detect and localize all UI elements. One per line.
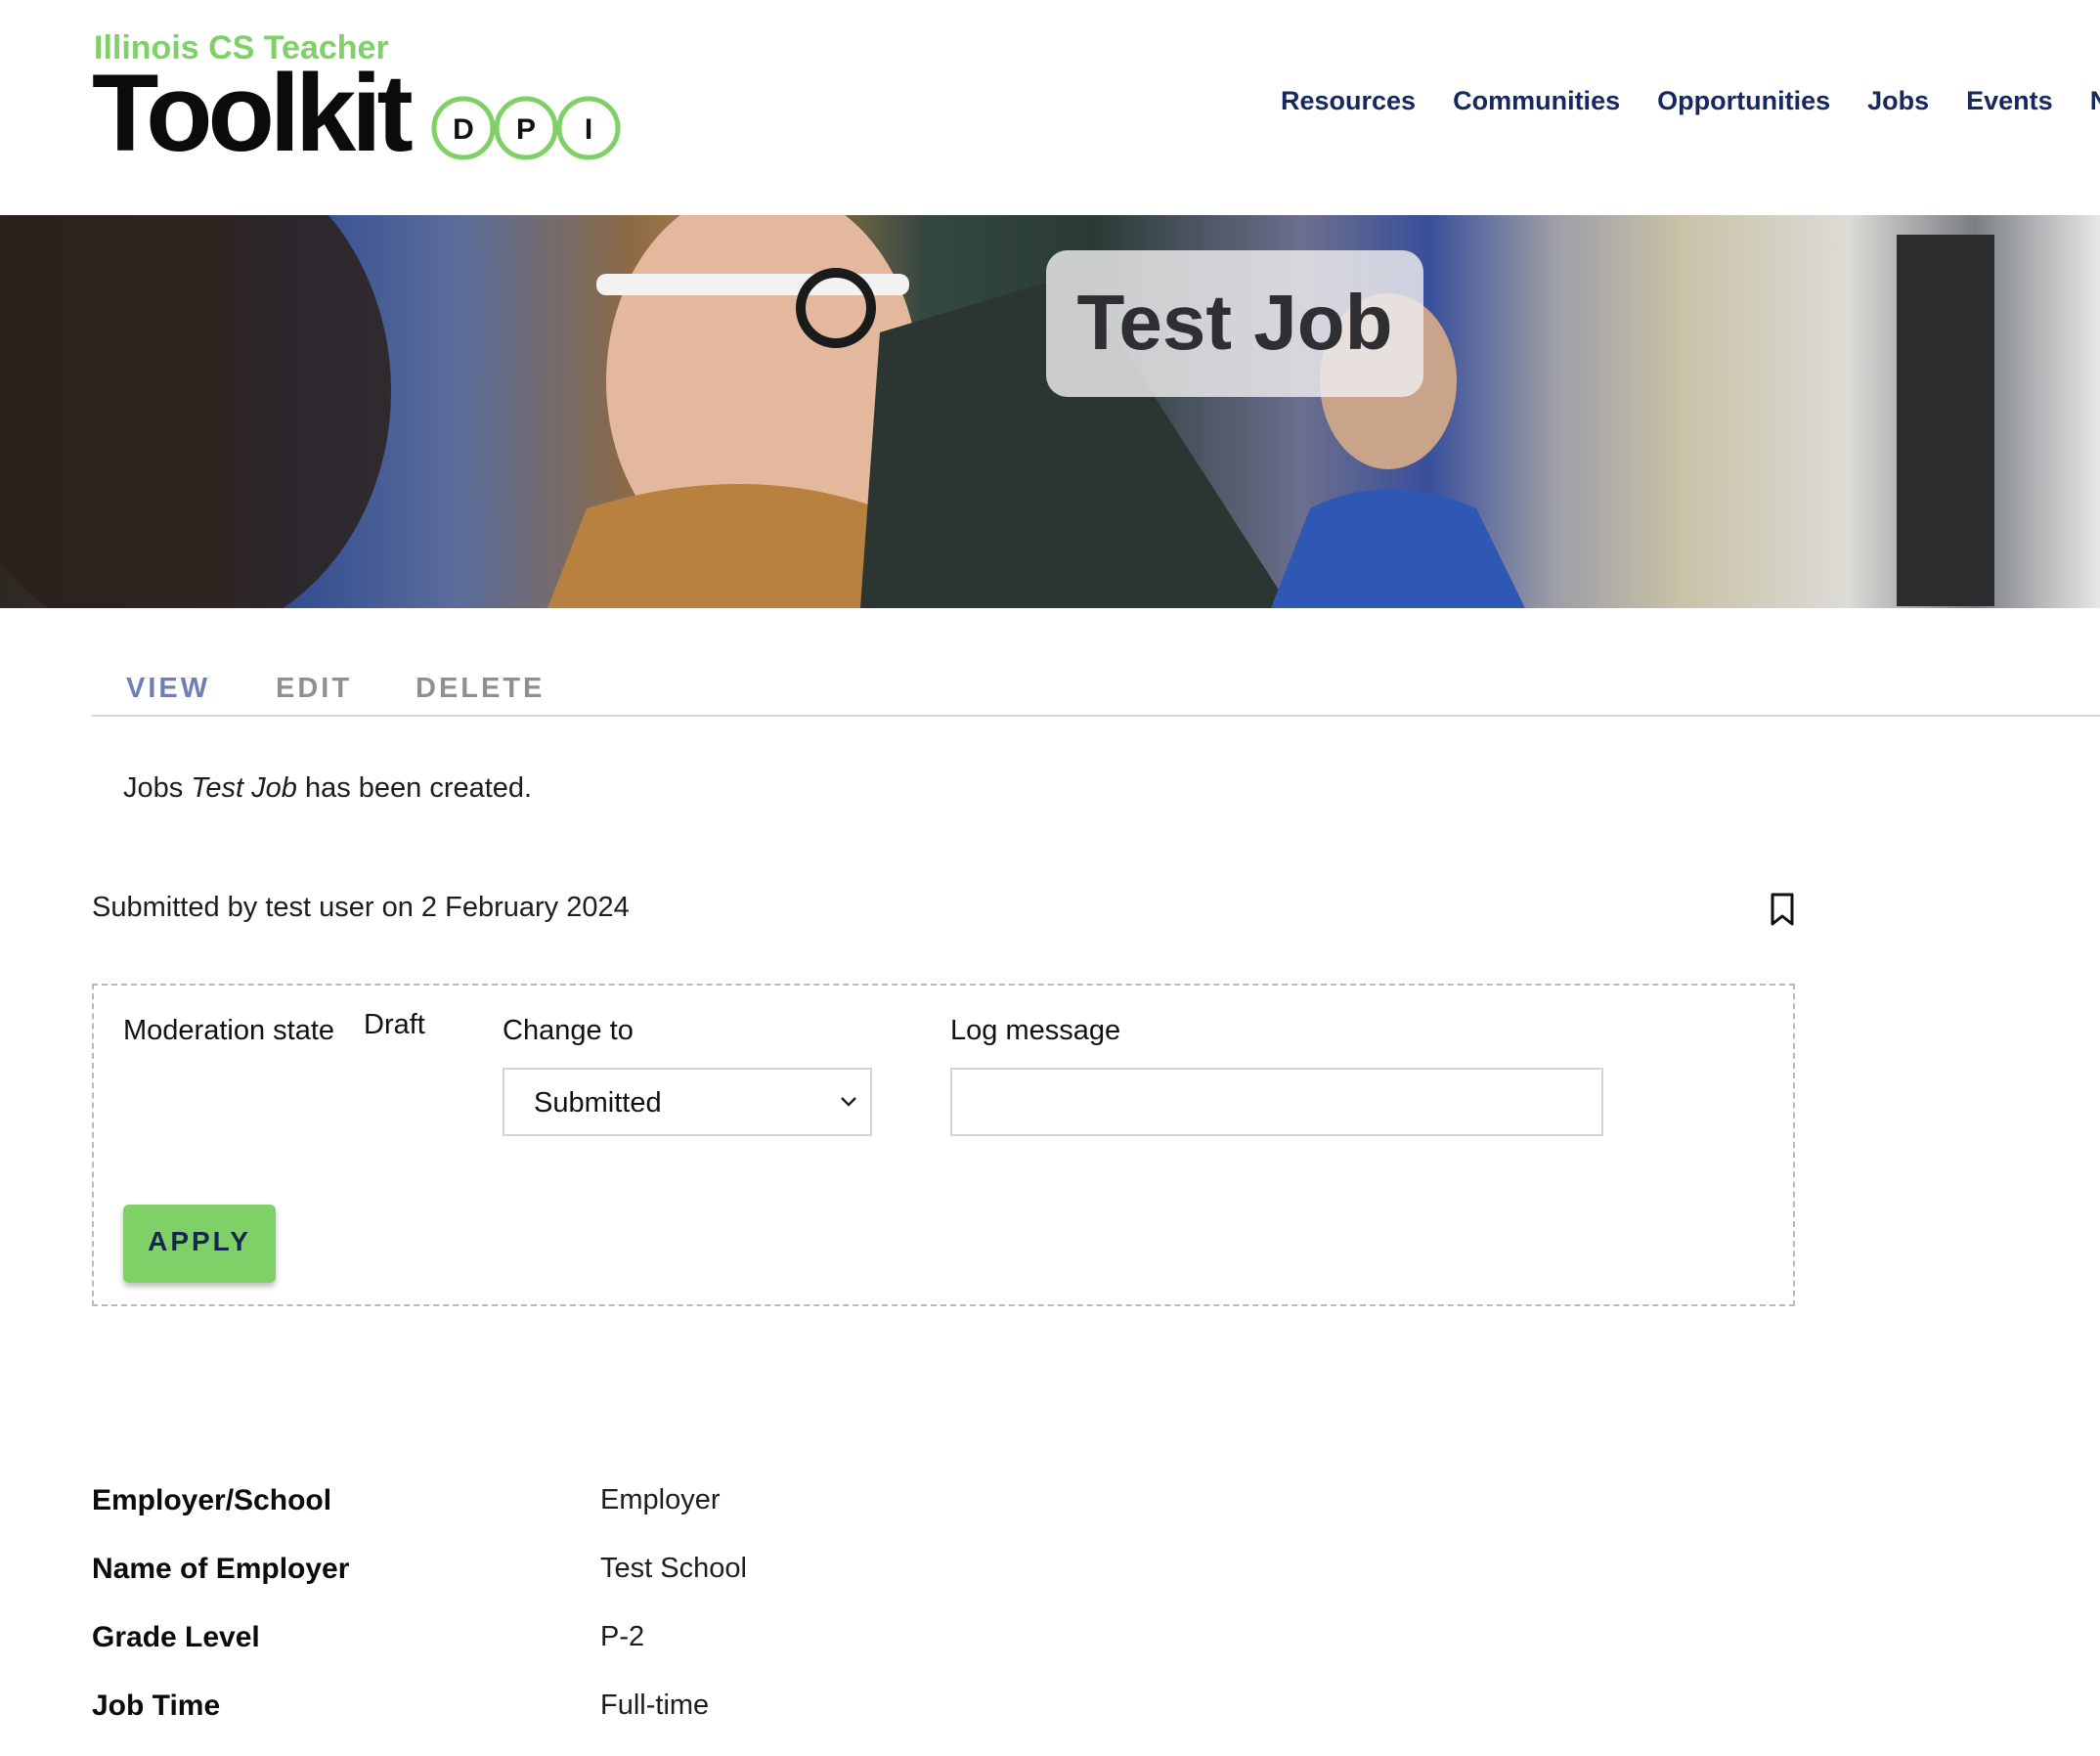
submitted-info: Submitted by test user on 2 February 202… <box>92 892 630 924</box>
submitted-date: on 2 February 2024 <box>373 892 630 923</box>
field-label-job-time: Job Time <box>92 1690 221 1722</box>
nav-resources[interactable]: Resources <box>1281 86 1416 116</box>
field-label-grade-level: Grade Level <box>92 1621 260 1653</box>
moderation-state-value: Draft <box>364 1009 425 1040</box>
field-label-name-of-employer: Name of Employer <box>92 1553 350 1585</box>
field-value-job-time: Full-time <box>600 1690 710 1721</box>
page-title: Test Job <box>1076 279 1393 366</box>
apply-button[interactable]: APPLY <box>123 1205 276 1283</box>
field-label-employer-school: Employer/School <box>92 1484 332 1516</box>
hero-title-box: Test Job <box>1046 250 1423 397</box>
change-to-select[interactable]: Submitted <box>503 1068 872 1136</box>
field-value-employer-school: Employer <box>600 1484 721 1515</box>
change-to-selected-value: Submitted <box>534 1087 662 1119</box>
apply-button-label: APPLY <box>148 1226 251 1256</box>
field-value-name-of-employer: Test School <box>600 1553 747 1584</box>
main-nav: Resources Communities Opportunities Jobs… <box>1281 86 2100 116</box>
submitted-prefix: Submitted by <box>92 892 266 923</box>
field-value-grade-level: P-2 <box>600 1621 645 1652</box>
moderation-state-label: Moderation state <box>123 1015 335 1046</box>
moderation-control: Moderation state Draft Change to Submitt… <box>92 984 1795 1306</box>
nav-jobs[interactable]: Jobs <box>1867 86 1929 116</box>
hero-banner: Test Job <box>0 215 2100 608</box>
dpi-letter-d: D <box>453 113 474 146</box>
author-link[interactable]: test user <box>265 892 373 923</box>
nav-news[interactable]: Ne <box>2090 86 2100 116</box>
nav-communities[interactable]: Communities <box>1453 86 1620 116</box>
tab-edit[interactable]: EDIT <box>276 673 352 705</box>
bookmark-icon[interactable] <box>1768 892 1797 927</box>
tab-view[interactable]: VIEW <box>126 673 210 705</box>
nav-opportunities[interactable]: Opportunities <box>1657 86 1830 116</box>
status-suffix: has been created. <box>296 772 533 804</box>
log-message-label: Log message <box>950 1015 1121 1046</box>
tab-delete[interactable]: DELETE <box>416 673 545 705</box>
log-message-input[interactable] <box>950 1068 1603 1136</box>
status-message: Jobs Test Job has been created. <box>123 772 532 805</box>
change-to-label: Change to <box>503 1015 634 1046</box>
status-prefix: Jobs <box>123 772 192 804</box>
dpi-logo-icon: D P I <box>431 96 621 160</box>
dpi-letter-p: P <box>516 113 536 146</box>
chevron-down-icon <box>841 1097 856 1107</box>
status-item-title[interactable]: Test Job <box>191 772 297 804</box>
logo-title[interactable]: Toolkit <box>92 59 414 168</box>
nav-events[interactable]: Events <box>1966 86 2053 116</box>
local-tasks-tabs: VIEW EDIT DELETE <box>92 673 2100 717</box>
dpi-letter-i: I <box>585 113 592 146</box>
